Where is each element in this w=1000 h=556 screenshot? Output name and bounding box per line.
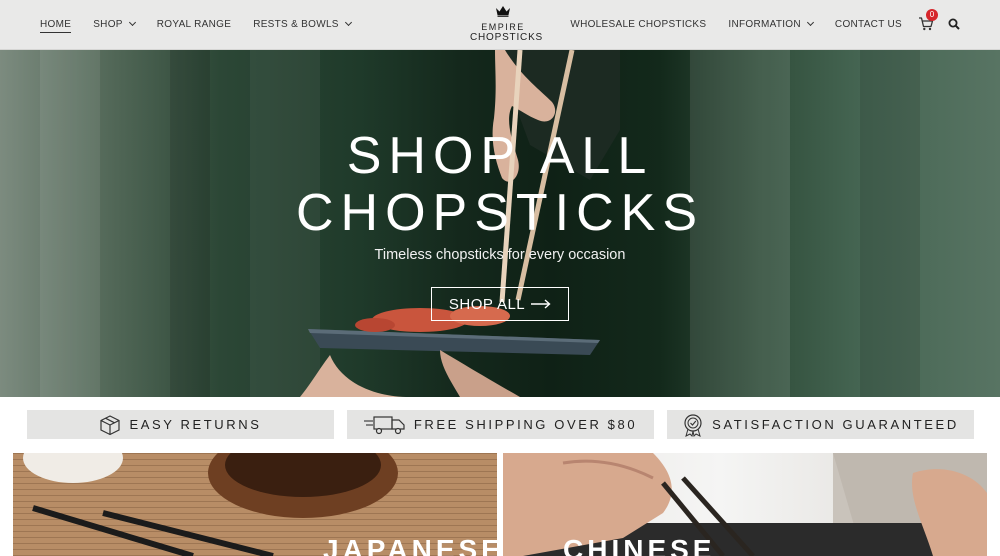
- nav-shop[interactable]: SHOP: [93, 18, 136, 30]
- site-header: HOME SHOP ROYAL RANGE RESTS & BOWLS EMPI…: [0, 0, 1000, 50]
- nav-wholesale[interactable]: WHOLESALE CHOPSTICKS: [570, 19, 706, 30]
- nav-royal-range[interactable]: ROYAL RANGE: [157, 19, 231, 30]
- main-nav-left: HOME SHOP ROYAL RANGE RESTS & BOWLS: [40, 0, 373, 48]
- cart-button[interactable]: 0: [918, 9, 938, 32]
- arrow-right-icon: [531, 299, 551, 309]
- feature-satisfaction: SATISFACTION GUARANTEED: [667, 410, 974, 439]
- chevron-down-icon: [806, 18, 814, 27]
- cart-count-badge: 0: [926, 9, 938, 21]
- nav-home-label: HOME: [40, 18, 72, 30]
- hero-subtitle: Timeless chopsticks for every occasion: [374, 247, 626, 263]
- hero-title-line1: SHOP ALL: [346, 127, 654, 185]
- badge-icon: [684, 413, 702, 437]
- nav-contact[interactable]: CONTACT US: [835, 19, 902, 30]
- category-card-chinese[interactable]: CHINESE: [503, 453, 987, 556]
- nav-rests-bowls-label: RESTS & BOWLS: [253, 18, 339, 30]
- nav-rests-bowls[interactable]: RESTS & BOWLS: [253, 18, 352, 30]
- nav-home[interactable]: HOME: [40, 18, 72, 33]
- nav-wholesale-label: WHOLESALE CHOPSTICKS: [570, 18, 707, 30]
- shop-all-button-label: SHOP ALL: [448, 295, 526, 313]
- search-icon[interactable]: [948, 18, 960, 30]
- hero-banner: SHOP ALL CHOPSTICKS Timeless chopsticks …: [0, 50, 1000, 397]
- truck-icon: [363, 415, 405, 434]
- site-logo[interactable]: EMPIRE CHOPSTICKS: [470, 4, 544, 46]
- main-nav-right: WHOLESALE CHOPSTICKS INFORMATION CONTACT…: [548, 0, 960, 48]
- feature-free-shipping: FREE SHIPPING OVER $80: [347, 410, 654, 439]
- chevron-down-icon: [128, 18, 136, 27]
- feature-label: FREE SHIPPING OVER $80: [413, 417, 638, 432]
- nav-information-label: INFORMATION: [728, 18, 801, 30]
- logo-text-chopsticks: CHOPSTICKS: [470, 32, 544, 43]
- category-card-japanese[interactable]: JAPANESE: [13, 453, 497, 556]
- hero-title-line2: CHOPSTICKS: [295, 184, 705, 242]
- feature-label: EASY RETURNS: [129, 417, 262, 432]
- nav-information[interactable]: INFORMATION: [728, 18, 814, 30]
- nav-royal-range-label: ROYAL RANGE: [156, 18, 232, 30]
- card-title: JAPANESE: [323, 534, 497, 556]
- nav-contact-label: CONTACT US: [834, 18, 902, 30]
- box-icon: [100, 414, 121, 435]
- feature-easy-returns: EASY RETURNS: [27, 410, 334, 439]
- nav-shop-label: SHOP: [93, 18, 123, 30]
- feature-label: SATISFACTION GUARANTEED: [712, 417, 959, 432]
- shop-all-button[interactable]: SHOP ALL: [431, 287, 569, 321]
- chevron-down-icon: [344, 18, 352, 27]
- logo-text-empire: EMPIRE: [481, 22, 525, 32]
- card-title: CHINESE: [563, 534, 716, 556]
- crown-icon: [496, 6, 510, 17]
